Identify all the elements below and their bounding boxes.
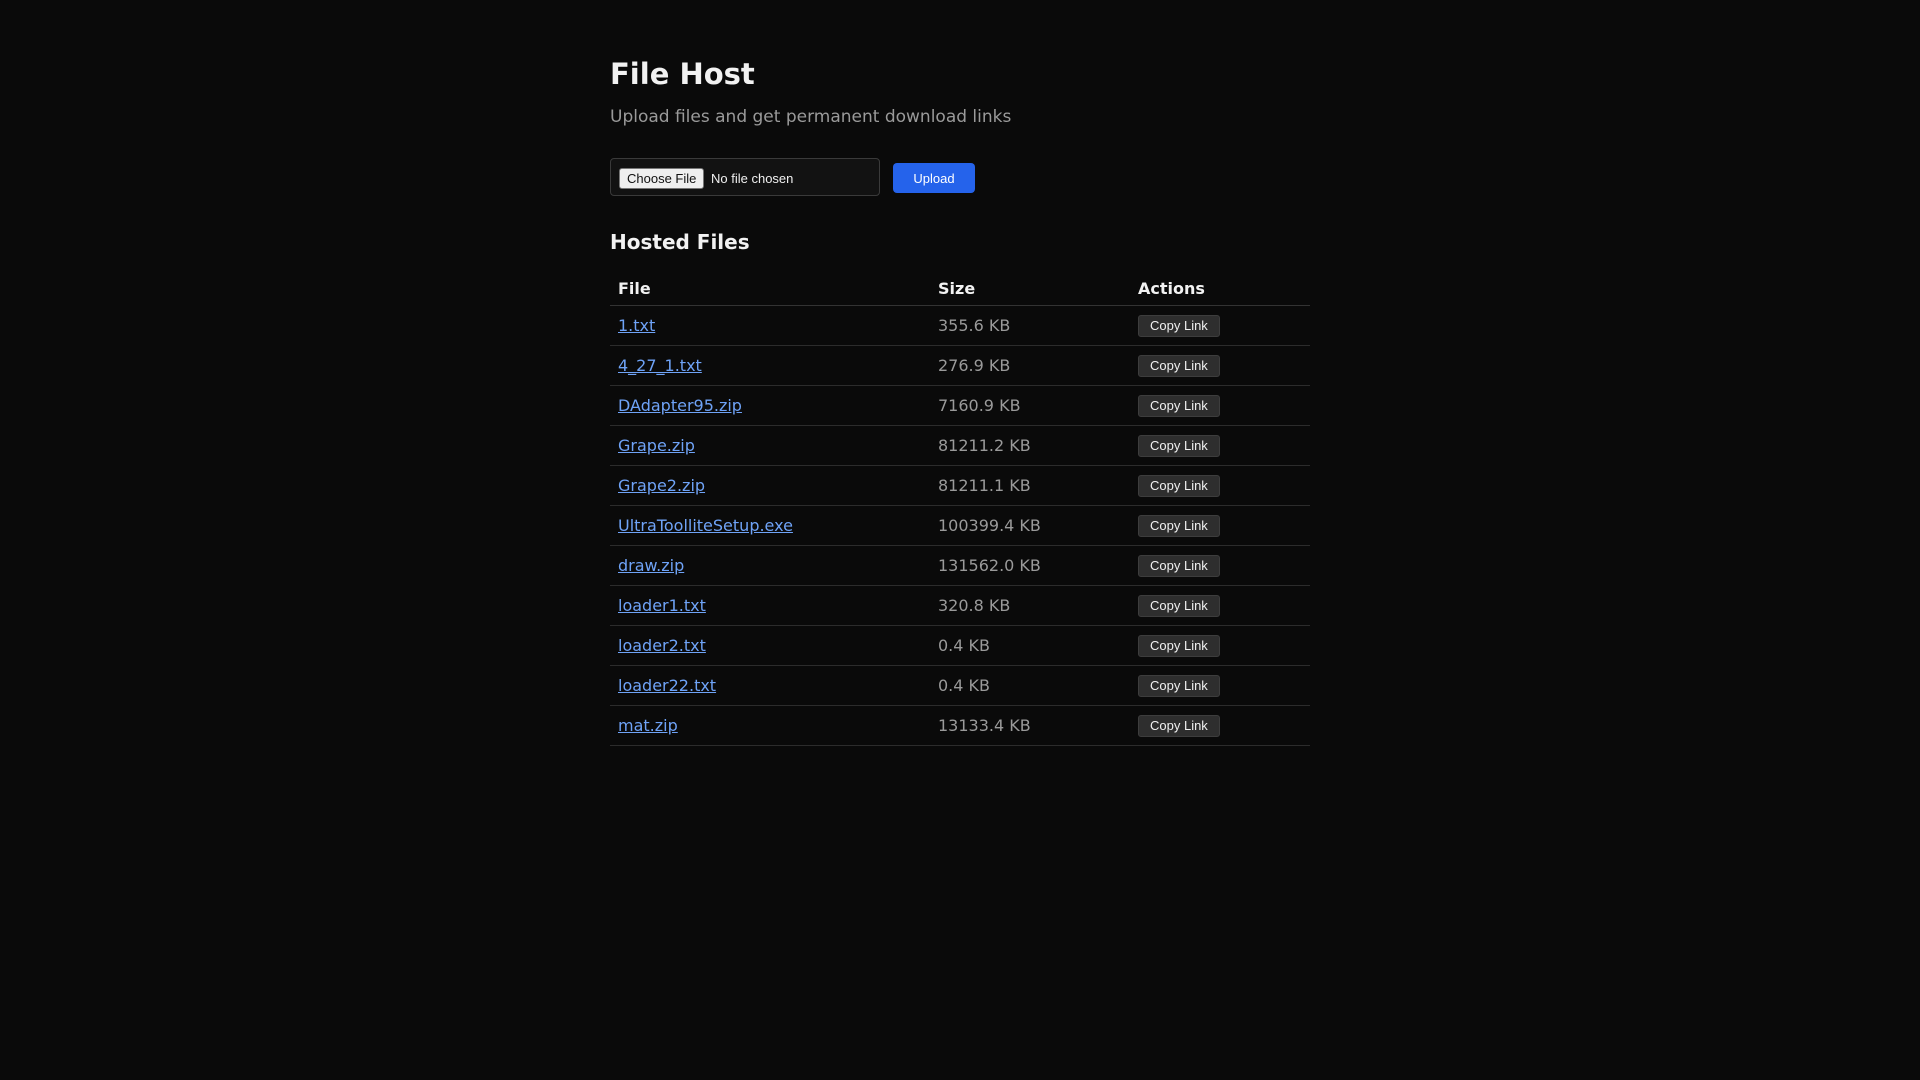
file-download-link[interactable]: loader22.txt — [618, 676, 716, 695]
table-row: Grape.zip 81211.2 KB Copy Link — [610, 425, 1310, 466]
file-name-cell: Grape2.zip — [610, 465, 930, 506]
file-size-cell: 0.4 KB — [930, 625, 1130, 666]
table-row: 1.txt 355.6 KB Copy Link — [610, 305, 1310, 346]
file-actions-cell: Copy Link — [1130, 385, 1310, 426]
choose-file-button[interactable]: Choose File — [619, 168, 705, 189]
file-download-link[interactable]: draw.zip — [618, 556, 684, 575]
file-download-link[interactable]: Grape.zip — [618, 436, 695, 455]
copy-link-button[interactable]: Copy Link — [1138, 594, 1220, 617]
table-body: 1.txt 355.6 KB Copy Link 4_27_1.txt 276.9 KB… — [610, 305, 1310, 746]
copy-link-button[interactable]: Copy Link — [1138, 354, 1220, 377]
table-row: Grape2.zip 81211.1 KB Copy Link — [610, 465, 1310, 506]
file-download-link[interactable]: 1.txt — [618, 316, 655, 335]
file-actions-cell: Copy Link — [1130, 425, 1310, 466]
file-name-cell: loader22.txt — [610, 665, 930, 706]
copy-link-button[interactable]: Copy Link — [1138, 674, 1220, 697]
table-row: UltraToolliteSetup.exe 100399.4 KB Copy Li… — [610, 505, 1310, 546]
file-size-cell: 7160.9 KB — [930, 385, 1130, 426]
hosted-files-heading: Hosted Files — [610, 230, 750, 254]
file-download-link[interactable]: loader2.txt — [618, 636, 706, 655]
file-size-cell: 13133.4 KB — [930, 705, 1130, 746]
file-name-cell: Grape.zip — [610, 425, 930, 466]
file-download-link[interactable]: UltraToolliteSetup.exe — [618, 516, 793, 535]
file-size-cell: 131562.0 KB — [930, 545, 1130, 586]
file-name-cell: DAdapter95.zip — [610, 385, 930, 426]
file-size-cell: 81211.2 KB — [930, 425, 1130, 466]
file-name-cell: mat.zip — [610, 705, 930, 746]
copy-link-button[interactable]: Copy Link — [1138, 434, 1220, 457]
page-title: File Host — [610, 57, 755, 91]
page-subtitle: Upload files and get permanent download … — [610, 107, 1012, 127]
copy-link-button[interactable]: Copy Link — [1138, 474, 1220, 497]
file-size-cell: 100399.4 KB — [930, 505, 1130, 546]
file-name-cell: 4_27_1.txt — [610, 345, 930, 386]
table-row: 4_27_1.txt 276.9 KB Copy Link — [610, 345, 1310, 386]
file-actions-cell: Copy Link — [1130, 505, 1310, 546]
file-name-cell: loader2.txt — [610, 625, 930, 666]
table-row: loader1.txt 320.8 KB Copy Link — [610, 585, 1310, 626]
table-row: loader22.txt 0.4 KB Copy Link — [610, 665, 1310, 706]
file-name-cell: draw.zip — [610, 545, 930, 586]
file-size-cell: 0.4 KB — [930, 665, 1130, 706]
table-row: mat.zip 13133.4 KB Copy Link — [610, 705, 1310, 746]
upload-button[interactable]: Upload — [893, 163, 975, 193]
copy-link-button[interactable]: Copy Link — [1138, 314, 1220, 337]
file-status-text: No file chosen — [711, 171, 794, 186]
file-size-cell: 276.9 KB — [930, 345, 1130, 386]
file-name-cell: UltraToolliteSetup.exe — [610, 505, 930, 546]
file-actions-cell: Copy Link — [1130, 465, 1310, 506]
file-name-cell: 1.txt — [610, 305, 930, 346]
file-actions-cell: Copy Link — [1130, 705, 1310, 746]
file-actions-cell: Copy Link — [1130, 625, 1310, 666]
file-download-link[interactable]: 4_27_1.txt — [618, 356, 702, 375]
copy-link-button[interactable]: Copy Link — [1138, 634, 1220, 657]
file-actions-cell: Copy Link — [1130, 305, 1310, 346]
column-header-actions: Actions — [1130, 271, 1310, 306]
file-actions-cell: Copy Link — [1130, 665, 1310, 706]
file-download-link[interactable]: Grape2.zip — [618, 476, 705, 495]
file-size-cell: 320.8 KB — [930, 585, 1130, 626]
column-header-size: Size — [930, 271, 1130, 306]
table-row: DAdapter95.zip 7160.9 KB Copy Link — [610, 385, 1310, 426]
copy-link-button[interactable]: Copy Link — [1138, 554, 1220, 577]
file-size-cell: 355.6 KB — [930, 305, 1130, 346]
file-actions-cell: Copy Link — [1130, 345, 1310, 386]
file-download-link[interactable]: mat.zip — [618, 716, 678, 735]
copy-link-button[interactable]: Copy Link — [1138, 714, 1220, 737]
file-download-link[interactable]: DAdapter95.zip — [618, 396, 742, 415]
file-size-cell: 81211.1 KB — [930, 465, 1130, 506]
table-header-row: File Size Actions — [610, 271, 1310, 306]
copy-link-button[interactable]: Copy Link — [1138, 514, 1220, 537]
table-row: loader2.txt 0.4 KB Copy Link — [610, 625, 1310, 666]
file-download-link[interactable]: loader1.txt — [618, 596, 706, 615]
file-actions-cell: Copy Link — [1130, 585, 1310, 626]
upload-form: Choose File No file chosen Upload — [610, 158, 1310, 198]
file-actions-cell: Copy Link — [1130, 545, 1310, 586]
file-name-cell: loader1.txt — [610, 585, 930, 626]
copy-link-button[interactable]: Copy Link — [1138, 394, 1220, 417]
file-input[interactable]: Choose File No file chosen — [610, 158, 880, 196]
column-header-file: File — [610, 271, 930, 306]
table-row: draw.zip 131562.0 KB Copy Link — [610, 545, 1310, 586]
hosted-files-table: File Size Actions 1.txt 355.6 KB Copy Link… — [610, 271, 1310, 746]
